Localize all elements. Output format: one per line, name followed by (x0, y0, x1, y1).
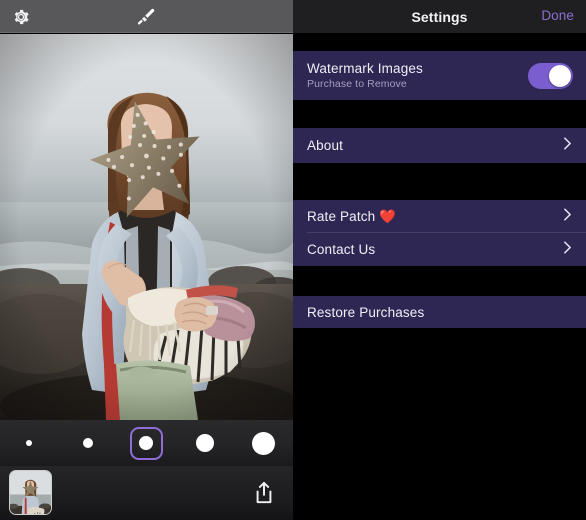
chevron-right-icon (563, 240, 572, 259)
settings-row-about[interactable]: About (293, 128, 586, 163)
brush-size-option-selected[interactable] (117, 420, 176, 466)
settings-row-label: About (307, 138, 344, 153)
brush-size-dot (252, 431, 276, 455)
brush-size-option[interactable] (176, 420, 235, 466)
photo-editor-pane (0, 0, 293, 520)
brush-size-selection-ring (129, 426, 163, 460)
edited-photo (0, 34, 293, 420)
settings-row-label: Restore Purchases (307, 304, 425, 320)
editor-toolbar (0, 0, 293, 33)
watermark-toggle[interactable] (528, 62, 573, 89)
section-gap (293, 100, 586, 128)
brush-size-option[interactable] (59, 420, 118, 466)
settings-row-sublabel: Purchase to Remove (307, 78, 407, 90)
brush-size-dot (26, 440, 33, 446)
settings-pane: Settings Done Watermark Images Purchase … (293, 0, 586, 520)
gear-icon[interactable] (11, 7, 31, 27)
watermark-row-text: Watermark Images Purchase to Remove (307, 61, 423, 90)
settings-row-label: Contact Us (307, 242, 376, 257)
settings-row-contact-us[interactable]: Contact Us (293, 233, 586, 266)
settings-row-restore-purchases[interactable]: Restore Purchases (293, 296, 586, 328)
page-title: Settings (411, 8, 468, 25)
brush-size-option[interactable] (0, 420, 59, 466)
paintbrush-icon[interactable] (135, 6, 157, 28)
settings-row-rate-patch[interactable]: Rate Patch ❤️ (293, 200, 586, 233)
settings-row-watermark-images[interactable]: Watermark Images Purchase to Remove (293, 51, 586, 100)
settings-header: Settings Done (293, 0, 586, 33)
brush-size-option[interactable] (234, 420, 293, 466)
brush-size-selector[interactable] (0, 420, 293, 466)
photo-canvas[interactable] (0, 34, 293, 420)
photo-thumbnail[interactable] (9, 470, 52, 515)
share-icon[interactable] (253, 481, 275, 505)
section-gap (293, 266, 586, 296)
settings-row-label: Watermark Images (307, 61, 423, 76)
chevron-right-icon (563, 207, 572, 226)
chevron-right-icon (563, 136, 572, 155)
settings-row-label: Rate Patch ❤️ (307, 208, 397, 224)
photo-thumbnail-image (10, 471, 51, 514)
toggle-knob (549, 64, 571, 87)
brush-size-dot (82, 438, 93, 448)
section-gap (293, 163, 586, 200)
section-gap (293, 33, 586, 51)
settings-bottom-fill (293, 328, 586, 520)
done-button[interactable]: Done (541, 8, 574, 23)
app-root: Settings Done Watermark Images Purchase … (0, 0, 586, 520)
brush-size-dot (196, 434, 215, 452)
